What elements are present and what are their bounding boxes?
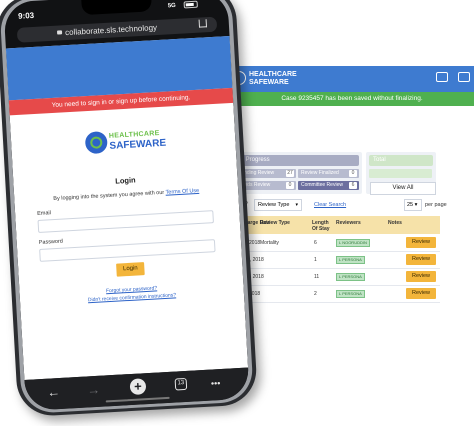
signal-label: 5G — [167, 2, 176, 10]
forward-arrow-icon[interactable]: → — [87, 382, 101, 399]
total-title: Total — [369, 155, 433, 166]
table-row[interactable]: Jun 4, 2018 2 L PERSONA Review — [222, 285, 440, 303]
committee-review-label: Committee Review — [301, 182, 343, 188]
banner-text: Case 9235457 has been saved without fina… — [281, 95, 423, 102]
col-reviewers: Reviewers — [336, 220, 361, 226]
healthcare-safeware-logo: HEALTHCARE SAFEWARE — [84, 127, 176, 158]
phone-device: 9:03 5G collaborate.sls.technology You n… — [0, 0, 259, 426]
url-text: collaborate.sls.technology — [64, 23, 158, 38]
committee-review-count: 6 — [349, 182, 357, 189]
row-type: Mortality — [260, 240, 279, 246]
review-type-value: Review Type — [258, 202, 290, 208]
pending-review-count: 27 — [286, 170, 294, 177]
desktop-logo: HEALTHCARE SAFEWARE — [232, 70, 302, 88]
login-button[interactable]: Login — [116, 262, 145, 277]
per-page-value: 25 — [407, 202, 414, 208]
reviewer-tag: L PERSONA — [336, 273, 365, 281]
review-finalized-label: Review Finalized — [301, 170, 339, 176]
password-field[interactable] — [39, 239, 216, 262]
table-row[interactable]: Jun 5, 2018 Mortality 6 L NOORUDDIN Revi… — [222, 234, 440, 252]
status-time: 9:03 — [17, 10, 35, 21]
more-icon[interactable]: ••• — [210, 375, 221, 392]
review-finalized-count: 0 — [349, 170, 357, 177]
terms-of-use-link[interactable]: Terms Of Use — [165, 188, 199, 196]
back-arrow-icon[interactable]: ← — [47, 384, 61, 401]
review-button[interactable]: Review — [406, 254, 436, 265]
review-finalized-pill[interactable]: Review Finalized 0 — [298, 169, 359, 178]
desktop-logo-line1: HEALTHCARE — [249, 71, 297, 78]
email-label: Email — [37, 210, 52, 217]
col-length-of-stay: Length Of Stay — [312, 220, 330, 232]
clear-search-link[interactable]: Clear Search — [314, 202, 346, 208]
row-los: 2 — [314, 291, 317, 297]
login-page: You need to sign in or sign up before co… — [5, 35, 249, 380]
col-notes: Notes — [388, 220, 402, 226]
chevron-down-icon: ▾ — [295, 202, 298, 208]
battery-icon — [183, 0, 198, 9]
per-page-label: per page — [425, 202, 447, 208]
row-los: 11 — [314, 274, 320, 280]
logo-mark-icon — [84, 130, 108, 155]
lock-icon — [56, 30, 63, 35]
table-row[interactable]: Dec 19, 2018 1 L PERSONA Review — [222, 251, 440, 269]
reviewer-tag: L PERSONA — [336, 256, 365, 264]
desktop-logo-line2: SAFEWARE — [249, 79, 289, 86]
review-button[interactable]: Review — [406, 271, 436, 282]
view-all-button[interactable]: View All — [370, 182, 436, 195]
review-button[interactable]: Review — [406, 288, 436, 299]
per-page-select[interactable]: 25 ▾ — [404, 199, 422, 211]
chat-icon[interactable] — [436, 72, 448, 82]
logo-line2: SAFEWARE — [109, 137, 167, 152]
in-progress-title: In Progress — [235, 155, 359, 166]
committee-review-pill[interactable]: Committee Review 6 — [298, 181, 359, 190]
terms-prefix: By logging into the system you agree wit… — [53, 189, 166, 203]
needs-review-count: 0 — [286, 182, 294, 189]
tabs-icon[interactable]: 13 — [174, 377, 188, 391]
reviewer-tag: L NOORUDDIN — [336, 239, 370, 247]
review-type-select[interactable]: Review Type ▾ — [254, 199, 302, 211]
email-field[interactable] — [37, 210, 214, 233]
new-tab-plus-icon[interactable]: + — [129, 378, 147, 396]
row-los: 6 — [314, 240, 317, 246]
in-progress-card: In Progress Pending Review 27 Review Fina… — [232, 152, 362, 194]
row-los: 1 — [314, 257, 317, 263]
reviewer-tag: L PERSONA — [336, 290, 365, 298]
review-button[interactable]: Review — [406, 237, 436, 248]
share-icon[interactable] — [198, 19, 208, 28]
table-header: Discharge Date Review Type Length Of Sta… — [222, 216, 440, 234]
password-label: Password — [38, 238, 64, 246]
col-review-type: Review Type — [260, 220, 290, 226]
total-pill[interactable] — [369, 169, 432, 178]
inbox-icon[interactable] — [458, 72, 470, 82]
table-row[interactable]: Sep 17, 2018 11 L PERSONA Review — [222, 268, 440, 286]
phone-screen: 9:03 5G collaborate.sls.technology You n… — [3, 0, 250, 411]
